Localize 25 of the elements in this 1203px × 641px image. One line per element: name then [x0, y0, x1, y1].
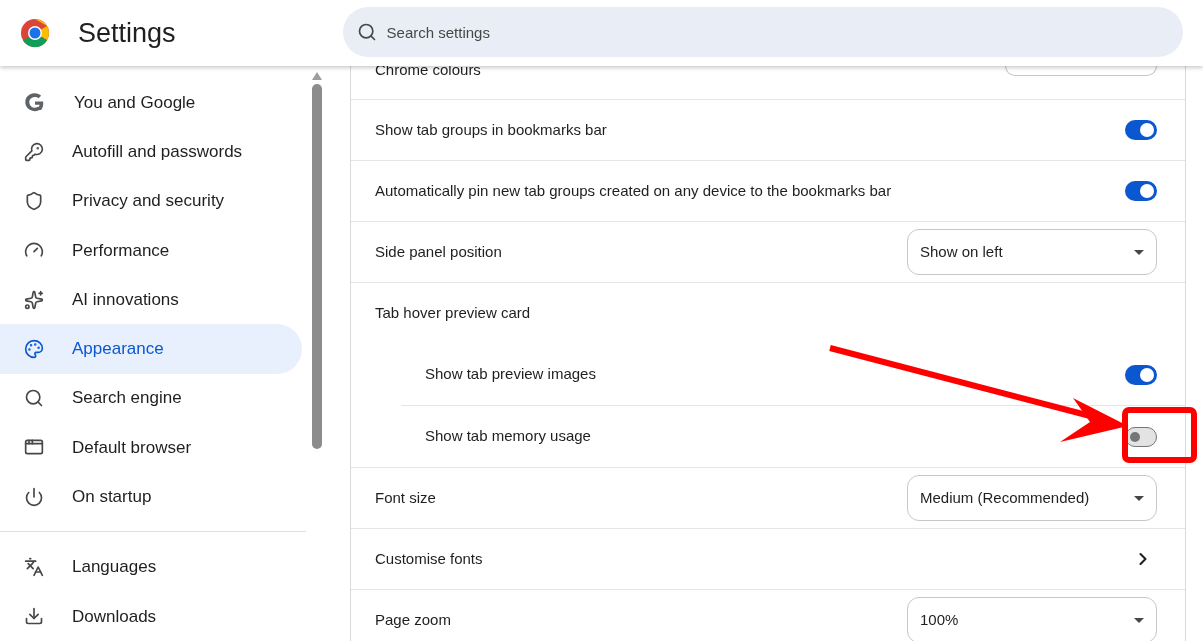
- setting-label: Side panel position: [375, 241, 502, 262]
- sidebar-item[interactable]: Performance: [0, 225, 302, 276]
- sidebar-item[interactable]: Downloads: [0, 591, 302, 641]
- sidebar-item[interactable]: Default browser: [0, 422, 302, 473]
- sidebar-item[interactable]: Search engine: [0, 373, 302, 423]
- sidebar-item[interactable]: Appearance: [0, 324, 302, 374]
- sidebar-item[interactable]: Privacy and security: [0, 176, 302, 226]
- setting-label: Show tab memory usage: [425, 426, 591, 447]
- setting-label: Page zoom: [375, 609, 451, 630]
- setting-label: Customise fonts: [375, 548, 483, 569]
- dropdown[interactable]: Medium (Recommended): [907, 475, 1157, 521]
- dropdown[interactable]: Show on left: [907, 229, 1157, 275]
- search-field[interactable]: Search settings: [342, 7, 1183, 57]
- sidebar-item[interactable]: Languages: [0, 542, 302, 592]
- sidebar-item[interactable]: On startup: [0, 472, 302, 522]
- sidebar-item[interactable]: You and Google: [0, 78, 302, 128]
- setting-label: Font size: [375, 487, 436, 508]
- setting-label: Automatically pin new tab groups created on any device to the bookmarks bar: [375, 180, 892, 201]
- setting-label: Chrome colours: [375, 60, 481, 81]
- page-title: Settings: [78, 16, 176, 50]
- setting-label: Show tab preview images: [425, 364, 596, 385]
- sidebar-item[interactable]: Autofill and passwords: [0, 127, 302, 177]
- setting-label: Show tab groups in bookmarks bar: [375, 119, 607, 140]
- sidebar-item[interactable]: AI innovations: [0, 275, 302, 325]
- setting-label: Tab hover preview card: [375, 303, 531, 324]
